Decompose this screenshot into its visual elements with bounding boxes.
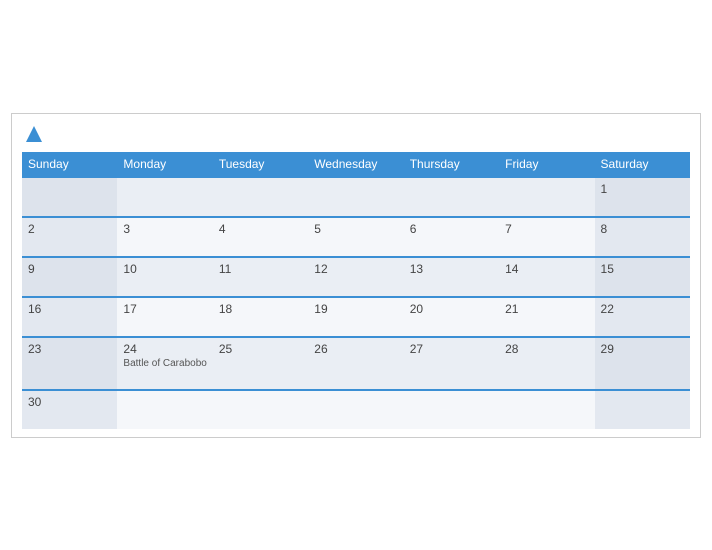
calendar-body: 123456789101112131415161718192021222324B… xyxy=(22,177,690,429)
day-header-friday: Friday xyxy=(499,152,594,177)
calendar-week-row: 23 24 Battle of Carabobo 25 26 27 28 29 xyxy=(22,337,690,390)
calendar-cell: 16 xyxy=(22,297,117,337)
calendar-cell: 22 xyxy=(595,297,690,337)
calendar-cell xyxy=(595,390,690,429)
calendar-cell xyxy=(213,177,308,217)
calendar-cell: 28 xyxy=(499,337,594,390)
day-number: 29 xyxy=(601,342,684,356)
day-number: 2 xyxy=(28,222,111,236)
calendar-cell xyxy=(22,177,117,217)
day-number: 23 xyxy=(28,342,111,356)
calendar-cell xyxy=(499,177,594,217)
calendar-cell xyxy=(117,390,212,429)
calendar-cell xyxy=(117,177,212,217)
calendar-cell: 1 xyxy=(595,177,690,217)
calendar-cell: 10 xyxy=(117,257,212,297)
calendar-cell: 30 xyxy=(22,390,117,429)
day-header-monday: Monday xyxy=(117,152,212,177)
calendar-cell: 5 xyxy=(308,217,403,257)
calendar-cell: 19 xyxy=(308,297,403,337)
event-text: Battle of Carabobo xyxy=(123,358,206,369)
day-header-sunday: Sunday xyxy=(22,152,117,177)
calendar-container: SundayMondayTuesdayWednesdayThursdayFrid… xyxy=(11,113,701,438)
day-header-wednesday: Wednesday xyxy=(308,152,403,177)
calendar-cell: 7 xyxy=(499,217,594,257)
day-number: 18 xyxy=(219,302,302,316)
calendar-cell: 29 xyxy=(595,337,690,390)
day-number: 22 xyxy=(601,302,684,316)
calendar-cell: 11 xyxy=(213,257,308,297)
day-number: 21 xyxy=(505,302,588,316)
day-number: 20 xyxy=(410,302,493,316)
calendar-week-row: 1 xyxy=(22,177,690,217)
calendar-week-row: 9 10 11 12 13 14 15 xyxy=(22,257,690,297)
day-number: 12 xyxy=(314,262,397,276)
day-number: 27 xyxy=(410,342,493,356)
calendar-cell: 21 xyxy=(499,297,594,337)
day-header-tuesday: Tuesday xyxy=(213,152,308,177)
calendar-cell xyxy=(404,177,499,217)
calendar-cell: 3 xyxy=(117,217,212,257)
day-number: 6 xyxy=(410,222,493,236)
calendar-cell: 4 xyxy=(213,217,308,257)
calendar-cell xyxy=(308,177,403,217)
day-number: 1 xyxy=(601,182,684,196)
calendar-thead: SundayMondayTuesdayWednesdayThursdayFrid… xyxy=(22,152,690,177)
calendar-cell: 18 xyxy=(213,297,308,337)
day-number: 13 xyxy=(410,262,493,276)
day-number: 26 xyxy=(314,342,397,356)
day-number: 17 xyxy=(123,302,206,316)
logo-icon xyxy=(24,124,44,144)
days-of-week-row: SundayMondayTuesdayWednesdayThursdayFrid… xyxy=(22,152,690,177)
calendar-cell: 12 xyxy=(308,257,403,297)
day-number: 30 xyxy=(28,395,111,409)
calendar-cell: 17 xyxy=(117,297,212,337)
day-number: 14 xyxy=(505,262,588,276)
calendar-cell: 26 xyxy=(308,337,403,390)
calendar-cell xyxy=(499,390,594,429)
day-number: 9 xyxy=(28,262,111,276)
calendar-cell: 9 xyxy=(22,257,117,297)
day-number: 19 xyxy=(314,302,397,316)
day-number: 7 xyxy=(505,222,588,236)
day-header-thursday: Thursday xyxy=(404,152,499,177)
day-number: 28 xyxy=(505,342,588,356)
calendar-cell: 14 xyxy=(499,257,594,297)
calendar-header xyxy=(22,124,690,144)
calendar-cell: 8 xyxy=(595,217,690,257)
day-number: 24 xyxy=(123,342,206,356)
day-number: 8 xyxy=(601,222,684,236)
day-header-saturday: Saturday xyxy=(595,152,690,177)
day-number: 5 xyxy=(314,222,397,236)
calendar-week-row: 16 17 18 19 20 21 22 xyxy=(22,297,690,337)
calendar-cell: 23 xyxy=(22,337,117,390)
calendar-cell: 15 xyxy=(595,257,690,297)
day-number: 4 xyxy=(219,222,302,236)
day-number: 11 xyxy=(219,262,302,276)
calendar-week-row: 30 xyxy=(22,390,690,429)
calendar-cell: 25 xyxy=(213,337,308,390)
calendar-week-row: 2345678 xyxy=(22,217,690,257)
day-number: 3 xyxy=(123,222,206,236)
day-number: 15 xyxy=(601,262,684,276)
calendar-grid: SundayMondayTuesdayWednesdayThursdayFrid… xyxy=(22,152,690,429)
calendar-cell: 24 Battle of Carabobo xyxy=(117,337,212,390)
day-number: 25 xyxy=(219,342,302,356)
calendar-cell: 20 xyxy=(404,297,499,337)
day-number: 10 xyxy=(123,262,206,276)
calendar-cell xyxy=(213,390,308,429)
day-number: 16 xyxy=(28,302,111,316)
calendar-cell: 13 xyxy=(404,257,499,297)
calendar-cell: 27 xyxy=(404,337,499,390)
calendar-cell: 6 xyxy=(404,217,499,257)
calendar-cell: 2 xyxy=(22,217,117,257)
logo xyxy=(22,124,46,144)
calendar-cell xyxy=(308,390,403,429)
calendar-cell xyxy=(404,390,499,429)
